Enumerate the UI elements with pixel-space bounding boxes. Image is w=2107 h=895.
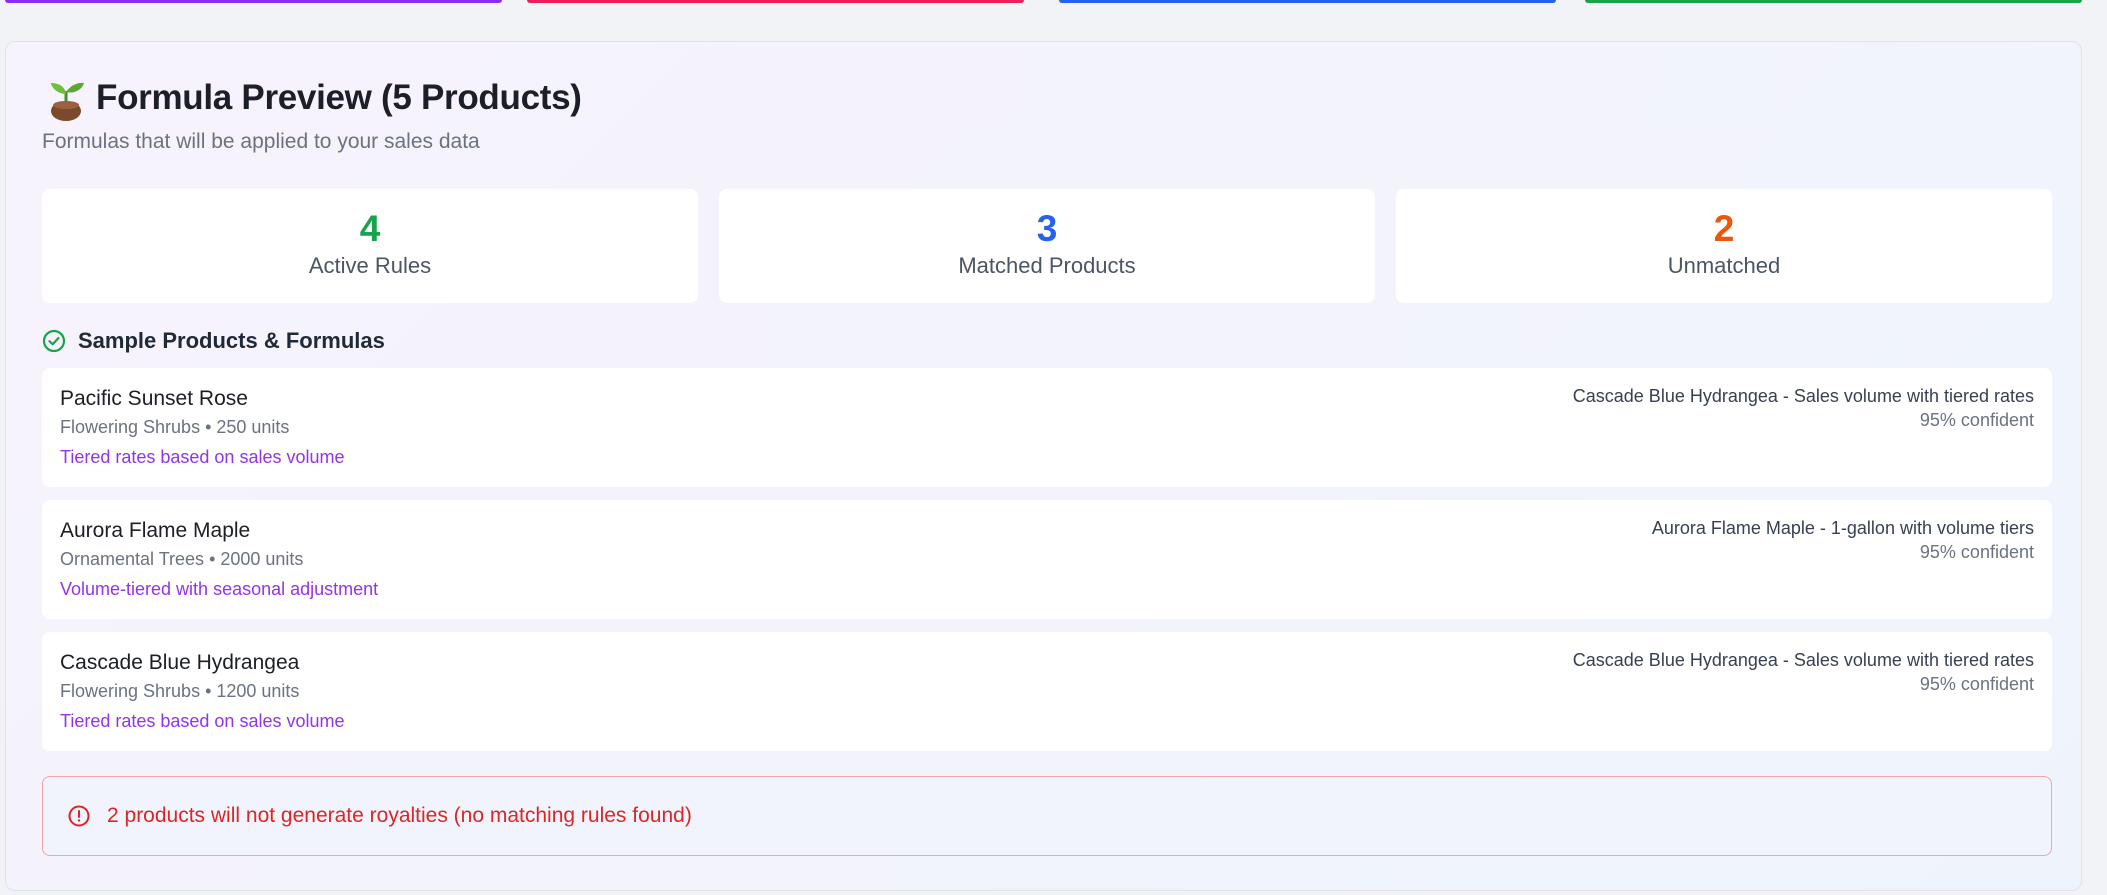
match-confidence: 95% confident	[1919, 542, 2034, 562]
product-formula: Volume-tiered with seasonal adjustment	[60, 579, 379, 599]
stat-value: 2	[1713, 208, 1735, 249]
product-name: Aurora Flame Maple	[60, 519, 251, 542]
stat-matched-products: 3 Matched Products	[719, 189, 1375, 303]
product-name: Cascade Blue Hydrangea	[60, 651, 300, 674]
matched-rule: Aurora Flame Maple - 1-gallon with volum…	[1651, 518, 2034, 538]
product-info: Pacific Sunset Rose Flowering Shrubs • 2…	[60, 386, 344, 468]
section-heading-text: Sample Products & Formulas	[78, 328, 385, 353]
strip-card-2	[527, 0, 1024, 3]
stat-value: 3	[1036, 208, 1058, 249]
product-name: Pacific Sunset Rose	[60, 387, 248, 410]
sprout-icon	[51, 82, 84, 121]
unmatched-alert: 2 products will not generate royalties (…	[42, 776, 2052, 856]
product-match: Aurora Flame Maple - 1-gallon with volum…	[1652, 516, 2034, 564]
product-meta: Flowering Shrubs • 1200 units	[60, 681, 300, 701]
page-title: Formula Preview (5 Products)	[96, 78, 582, 117]
product-formula: Tiered rates based on sales volume	[60, 711, 345, 731]
product-row[interactable]: Aurora Flame Maple Ornamental Trees • 20…	[42, 500, 2052, 619]
stat-value: 4	[359, 208, 381, 249]
title-row: Formula Preview (5 Products)	[42, 72, 582, 124]
alert-text: 2 products will not generate royalties (…	[107, 804, 692, 827]
strip-card-4	[1585, 0, 2082, 3]
matched-rule: Cascade Blue Hydrangea - Sales volume wi…	[1572, 386, 2034, 406]
product-match: Cascade Blue Hydrangea - Sales volume wi…	[1573, 384, 2034, 432]
product-meta: Flowering Shrubs • 250 units	[60, 417, 290, 437]
match-confidence: 95% confident	[1919, 674, 2034, 694]
product-match: Cascade Blue Hydrangea - Sales volume wi…	[1573, 648, 2034, 696]
section-heading: Sample Products & Formulas	[42, 326, 385, 356]
formula-preview-card: Formula Preview (5 Products) Formulas th…	[5, 41, 2082, 891]
strip-card-3	[1059, 0, 1556, 3]
stats-row: 4 Active Rules 3 Matched Products 2 Unma…	[42, 189, 2052, 303]
strip-card-1	[5, 0, 502, 3]
top-card-strips	[0, 0, 2107, 8]
product-meta: Ornamental Trees • 2000 units	[60, 549, 304, 569]
product-row[interactable]: Cascade Blue Hydrangea Flowering Shrubs …	[42, 632, 2052, 751]
check-circle-icon	[42, 329, 66, 353]
stat-label: Active Rules	[308, 253, 432, 278]
product-info: Aurora Flame Maple Ornamental Trees • 20…	[60, 518, 378, 600]
stat-active-rules: 4 Active Rules	[42, 189, 698, 303]
stat-label: Unmatched	[1667, 253, 1781, 278]
page-subtitle: Formulas that will be applied to your sa…	[42, 130, 480, 153]
matched-rule: Cascade Blue Hydrangea - Sales volume wi…	[1572, 650, 2034, 670]
stat-unmatched: 2 Unmatched	[1396, 189, 2052, 303]
stat-label: Matched Products	[958, 253, 1136, 278]
alert-circle-icon	[68, 805, 90, 827]
match-confidence: 95% confident	[1919, 410, 2034, 430]
card-header: Formula Preview (5 Products) Formulas th…	[42, 72, 582, 154]
product-formula: Tiered rates based on sales volume	[60, 447, 345, 467]
product-row[interactable]: Pacific Sunset Rose Flowering Shrubs • 2…	[42, 368, 2052, 487]
product-info: Cascade Blue Hydrangea Flowering Shrubs …	[60, 650, 344, 732]
